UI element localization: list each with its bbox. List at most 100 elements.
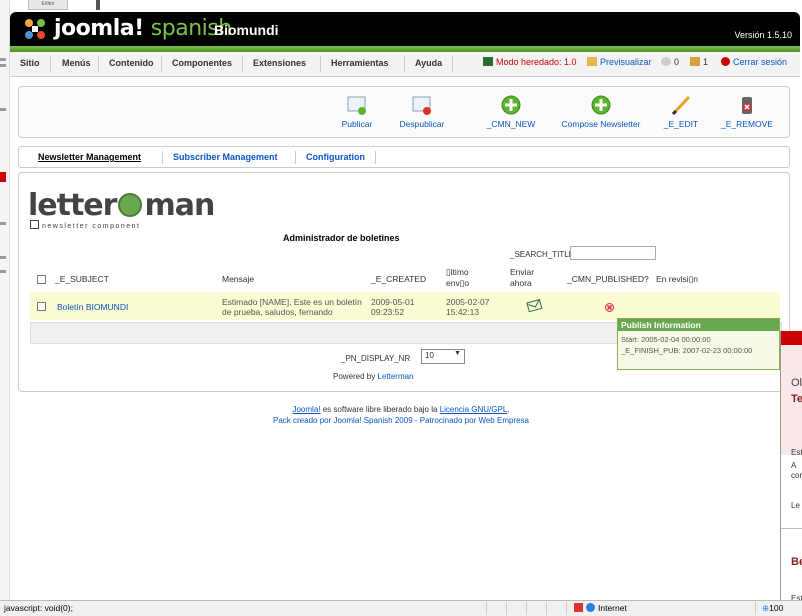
overlay-header: Ol Te Est (781, 345, 802, 457)
overlay-text-6: Le (791, 501, 800, 510)
page-title: Administrador de boletines (283, 233, 400, 243)
overlay-text-3: Est (791, 448, 802, 457)
preview-label: Previsualizar (600, 57, 652, 67)
tooltip-start: Start: 2005-02-04 00:00:00 (621, 335, 711, 344)
col-last-sent: ▯ltimo env▯o (446, 267, 469, 289)
tab-configuration[interactable]: Configuration (306, 152, 365, 162)
footer-credits[interactable]: Pack creado por Joomla! Spanish 2009 - P… (0, 416, 802, 425)
admin-header: joomla! spanish Biomundi Versión 1.5.10 (10, 12, 800, 46)
unpublish-label: Despublicar (399, 119, 445, 129)
search-input[interactable] (570, 246, 656, 260)
footer-license: Joomla! es software libre liberado bajo … (0, 405, 802, 414)
letterman-link[interactable]: Letterman (377, 372, 413, 381)
unpublish-icon (410, 93, 434, 117)
row-subject-link[interactable]: Boletín BIOMUNDI (57, 302, 128, 312)
browser-statusbar: javascript: void(0); Internet ⊕100 (0, 600, 802, 616)
zone-label: Internet (598, 603, 627, 613)
col-last-sent-line1: ▯ltimo (446, 267, 469, 277)
row-created: 2009-05-01 09:23:52 (371, 297, 414, 317)
overlay-text-4: A (791, 461, 797, 470)
logo-globe-icon (118, 193, 143, 217)
remove-button[interactable]: _E_REMOVE (719, 93, 775, 129)
row-created-time: 09:23:52 (371, 307, 405, 317)
brand-main: joomla! (54, 16, 144, 41)
row-message-line1: Estimado [NAME], Este es un boletín (222, 297, 362, 307)
menu-herramientas[interactable]: Herramientas (331, 58, 389, 68)
overlay-text-7: Be (791, 556, 802, 568)
messages-count[interactable]: 0 (661, 57, 679, 67)
unpublished-x-icon[interactable] (605, 303, 614, 312)
messages-count-label: 0 (674, 57, 680, 67)
preview-link[interactable]: Previsualizar (587, 57, 652, 67)
edit-label: _E_EDIT (663, 119, 699, 129)
toolbar: Publicar Despublicar _CMN_NEW Compose Ne… (18, 86, 790, 138)
menu-sitio[interactable]: Sitio (20, 58, 40, 68)
logout-link[interactable]: Cerrar sesión (721, 57, 787, 67)
powered-prefix: Powered by (333, 372, 376, 381)
send-envelope-icon[interactable] (526, 298, 544, 314)
menu-contenido[interactable]: Contenido (109, 58, 154, 68)
compose-icon (589, 93, 613, 117)
browser-tab-marker (96, 0, 100, 10)
menu-extensiones[interactable]: Extensiones (253, 58, 306, 68)
col-last-sent-line2: env▯o (446, 278, 470, 288)
overlay-text-1: Ol (791, 377, 802, 389)
edit-button[interactable]: _E_EDIT (659, 93, 703, 129)
tab-newsletter-management[interactable]: Newsletter Management (38, 152, 141, 162)
version-label: Versión 1.5.10 (734, 30, 792, 40)
zoom-level[interactable]: ⊕100 (762, 603, 783, 614)
col-created[interactable]: _E_CREATED (371, 274, 426, 284)
new-button[interactable]: _CMN_NEW (480, 93, 542, 129)
background-window-strip (0, 0, 10, 615)
logo-tagline: newsletter component (30, 220, 140, 230)
zoom-value: 100 (769, 603, 784, 613)
publish-label: Publicar (341, 119, 373, 129)
compose-label: Compose Newsletter (561, 119, 641, 129)
select-all-checkbox[interactable] (37, 275, 46, 284)
col-subject[interactable]: _E_SUBJECT (55, 274, 109, 284)
col-review: En revisi▯n (656, 274, 698, 284)
menu-componentes[interactable]: Componentes (172, 58, 232, 68)
security-zone: Internet (574, 603, 627, 613)
display-number-value: 10 (425, 351, 434, 360)
publish-button[interactable]: Publicar (337, 93, 377, 129)
pencil-icon (669, 93, 693, 117)
menu-ayuda[interactable]: Ayuda (415, 58, 442, 68)
row-sent-time: 15:42:13 (446, 307, 480, 317)
display-number-select[interactable]: 10 ▼ (421, 349, 465, 364)
messages-icon (661, 57, 671, 66)
overlay-titlebar (781, 331, 802, 345)
browser-tab-stub[interactable]: Editor (28, 0, 68, 10)
row-created-date: 2009-05-01 (371, 297, 415, 307)
row-sent-date: 2005-02-07 (446, 297, 490, 307)
menu-menus[interactable]: Menús (62, 58, 91, 68)
license-link[interactable]: Licencia GNU/GPL (440, 405, 508, 414)
col-send-now: Enviar ahora (510, 267, 534, 289)
new-label: _CMN_NEW (486, 119, 536, 129)
logout-label: Cerrar sesión (733, 57, 788, 67)
joomla-link[interactable]: Joomla! (292, 405, 320, 414)
unpublish-button[interactable]: Despublicar (396, 93, 448, 129)
search-label: _SEARCH_TITLE: (510, 250, 577, 259)
logo-tagline-text: newsletter component (42, 223, 141, 230)
row-checkbox[interactable] (37, 302, 46, 311)
main-menubar: Sitio Menús Contenido Componentes Extens… (10, 52, 800, 77)
logo-text-left: letter (28, 188, 117, 223)
powered-by: Powered by Letterman (333, 372, 414, 381)
users-count[interactable]: 1 (690, 57, 708, 67)
logo-text-right: man (144, 188, 215, 223)
legacy-mode-status: Modo heredado: 1.0 (483, 57, 577, 67)
tab-subscriber-management[interactable]: Subscriber Management (173, 152, 278, 162)
overlay-text-5: cor (791, 471, 802, 480)
publish-info-tooltip: Publish Information Start: 2005-02-04 00… (617, 318, 780, 370)
blocked-icon (574, 603, 583, 612)
tooltip-title: Publish Information (618, 319, 779, 331)
col-message: Mensaje (222, 274, 255, 284)
letterman-logo: letter man (28, 188, 215, 223)
chevron-down-icon: ▼ (454, 350, 461, 357)
display-number-label: _PN_DISPLAY_NR (341, 354, 411, 363)
trash-icon (735, 93, 759, 117)
col-send-line1: Enviar (510, 267, 535, 277)
compose-newsletter-button[interactable]: Compose Newsletter (557, 93, 645, 129)
logout-icon (721, 57, 730, 66)
